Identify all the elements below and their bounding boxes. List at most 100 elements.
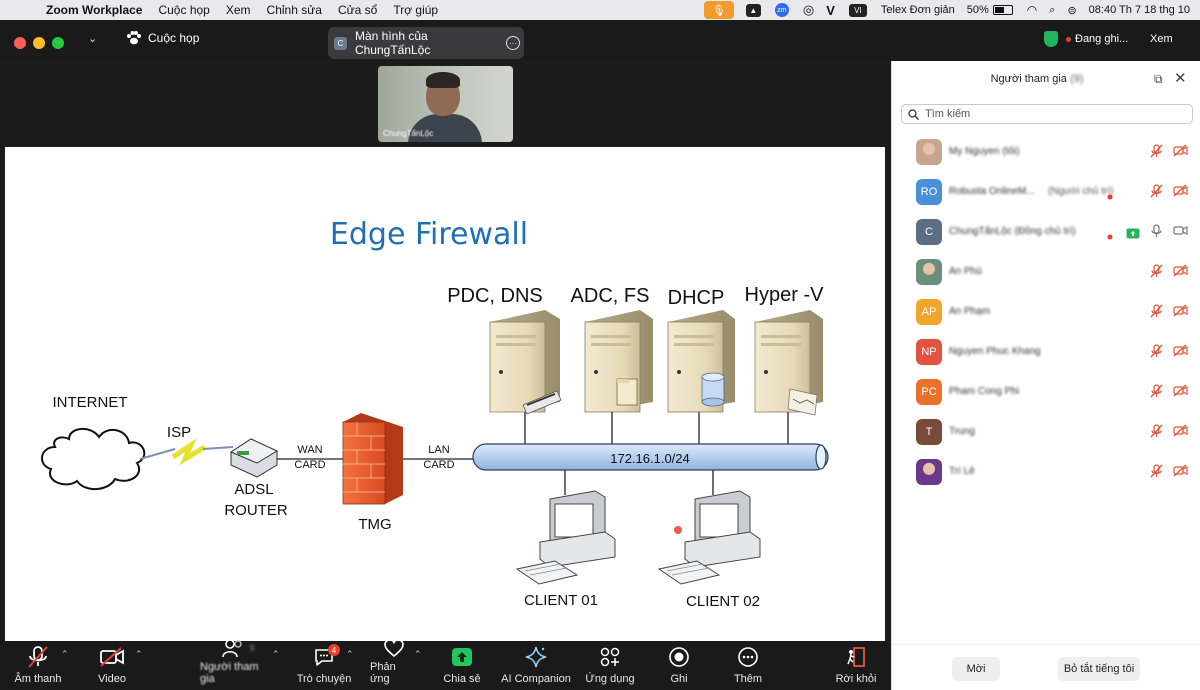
more-button[interactable]: Thêm: [730, 641, 766, 690]
control-center-icon[interactable]: ⊜: [1067, 4, 1076, 17]
reactions-options-caret[interactable]: ⌃: [414, 649, 422, 660]
screen-share-tab[interactable]: C Màn hình của ChungTấnLộc ···: [328, 27, 524, 59]
participant-row[interactable]: PC Pham Cong Phi: [892, 373, 1200, 413]
popout-icon[interactable]: ⧉: [1154, 72, 1163, 87]
app-menu[interactable]: Zoom Workplace: [46, 3, 142, 17]
check-circle-icon[interactable]: ◎: [803, 2, 814, 18]
unmute-self-button[interactable]: Bỏ tắt tiếng tôi: [1058, 657, 1140, 681]
mic-muted-icon[interactable]: [1150, 144, 1163, 163]
camera-off-icon[interactable]: [1173, 384, 1188, 402]
sparkle-icon: [524, 644, 548, 670]
chat-unread-badge: 4: [328, 644, 340, 656]
avatar: RO: [916, 179, 942, 205]
audio-button[interactable]: Âm thanh: [12, 641, 64, 690]
invite-button[interactable]: Mời: [952, 657, 1000, 681]
v-app-icon[interactable]: V: [826, 3, 835, 18]
clock[interactable]: 08:40 Th 7 18 thg 10: [1089, 4, 1190, 16]
chat-button[interactable]: Trò chuyện: [296, 641, 352, 690]
slide-title: Edge Firewall: [330, 217, 528, 252]
menu-meeting[interactable]: Cuộc họp: [158, 3, 209, 17]
client-02-label: CLIENT 02: [686, 593, 760, 610]
camera-off-icon[interactable]: [1173, 344, 1188, 362]
meeting-toolbar: Âm thanh ⌃ Video ⌃ 9 Người tham gia ⌃ Tr…: [0, 638, 890, 690]
mic-muted-icon[interactable]: [1150, 184, 1163, 203]
zoom-window-button[interactable]: [52, 37, 64, 49]
participant-row[interactable]: T Trung: [892, 413, 1200, 453]
input-lang-badge[interactable]: VI: [848, 3, 867, 17]
chat-options-caret[interactable]: ⌃: [346, 649, 354, 660]
view-button[interactable]: Xem: [1150, 33, 1173, 45]
record-label: Ghi: [670, 673, 688, 685]
participant-role: (Người chủ trì): [1048, 186, 1114, 197]
mic-muted-icon[interactable]: [1150, 464, 1163, 483]
video-options-caret[interactable]: ⌃: [135, 649, 143, 660]
chevron-down-icon[interactable]: ⌄: [88, 32, 97, 45]
leave-button[interactable]: Rời khỏi: [834, 641, 878, 690]
participant-row[interactable]: An Phú: [892, 253, 1200, 293]
recording-status-icon: [1106, 228, 1114, 246]
mic-icon[interactable]: [1150, 224, 1163, 243]
server-label-adc-fs: ADC, FS: [571, 285, 650, 307]
ai-companion-button[interactable]: AI Companion: [500, 641, 572, 690]
video-button[interactable]: Video: [90, 641, 134, 690]
camera-off-icon[interactable]: [1173, 424, 1188, 442]
close-icon[interactable]: ✕: [1174, 69, 1187, 87]
more-label: Thêm: [733, 673, 763, 685]
reactions-button[interactable]: Phản ứng: [370, 638, 418, 690]
menu-edit[interactable]: Chỉnh sửa: [267, 3, 322, 17]
record-button[interactable]: Ghi: [664, 641, 694, 690]
participant-row[interactable]: C ChungTấnLộc (Đồng chủ trì): [892, 213, 1200, 253]
minimize-window-button[interactable]: [33, 37, 45, 49]
spotlight-search-icon[interactable]: ⌕: [1049, 4, 1055, 17]
participant-row[interactable]: NP Nguyen Phuc Khang: [892, 333, 1200, 373]
client-02-computer: [657, 490, 761, 585]
menu-help[interactable]: Trợ giúp: [393, 3, 438, 17]
more-options-icon[interactable]: ···: [506, 36, 520, 50]
camera-off-icon[interactable]: [1173, 184, 1188, 202]
camera-off-icon[interactable]: [1173, 464, 1188, 482]
audio-options-caret[interactable]: ⌃: [61, 649, 69, 660]
meeting-menu[interactable]: Cuộc họp: [126, 31, 199, 45]
record-dot-icon: [1066, 36, 1071, 42]
apps-label: Ứng dụng: [585, 673, 635, 685]
wifi-icon[interactable]: ◠: [1027, 3, 1037, 17]
leave-door-icon: [845, 644, 867, 670]
participant-row[interactable]: RO Robusta OnlineM... (Người chủ trì): [892, 173, 1200, 213]
mic-in-use-icon[interactable]: 🎙: [703, 1, 734, 19]
mic-muted-icon[interactable]: [1150, 384, 1163, 403]
drive-icon[interactable]: ▲: [745, 3, 761, 17]
camera-off-icon[interactable]: [1173, 264, 1188, 282]
participant-row[interactable]: Trí Lê: [892, 453, 1200, 493]
mic-muted-icon[interactable]: [1150, 424, 1163, 443]
participants-options-caret[interactable]: ⌃: [272, 649, 280, 660]
panel-title: Người tham gia (9): [892, 73, 1182, 85]
screen-share-icon: [1126, 226, 1140, 244]
active-speaker-video[interactable]: ChungTấnLộc: [378, 66, 513, 142]
menu-view[interactable]: Xem: [226, 3, 251, 17]
laser-pointer: [674, 526, 682, 534]
camera-off-icon[interactable]: [1173, 144, 1188, 162]
participant-row[interactable]: My Nguyen (tôi): [892, 133, 1200, 173]
recording-indicator[interactable]: Đang ghi...: [1044, 31, 1128, 47]
apps-button[interactable]: Ứng dụng: [584, 641, 636, 690]
camera-off-icon[interactable]: [1173, 304, 1188, 322]
camera-icon[interactable]: [1173, 224, 1188, 242]
mic-muted-icon[interactable]: [1150, 304, 1163, 323]
input-method-label[interactable]: Telex Đơn giản: [881, 4, 955, 16]
participant-row[interactable]: AP An Phạm: [892, 293, 1200, 333]
battery-icon[interactable]: [992, 5, 1013, 15]
menu-window[interactable]: Cửa sổ: [338, 3, 377, 17]
close-window-button[interactable]: [14, 37, 26, 49]
search-input[interactable]: [925, 108, 1165, 120]
share-button[interactable]: Chia sẻ: [440, 641, 484, 690]
zoom-status-icon[interactable]: zm: [774, 3, 789, 17]
mic-muted-icon[interactable]: [1150, 344, 1163, 363]
participants-button[interactable]: 9 Người tham gia: [200, 638, 276, 690]
participants-icon: 9: [221, 638, 255, 658]
search-box[interactable]: [901, 104, 1193, 124]
participant-name: Nguyen Phuc Khang: [949, 346, 1041, 357]
heart-icon: [383, 638, 405, 658]
router-label-line1: ADSL: [234, 481, 273, 498]
server-dhcp: [667, 310, 735, 413]
mic-muted-icon[interactable]: [1150, 264, 1163, 283]
